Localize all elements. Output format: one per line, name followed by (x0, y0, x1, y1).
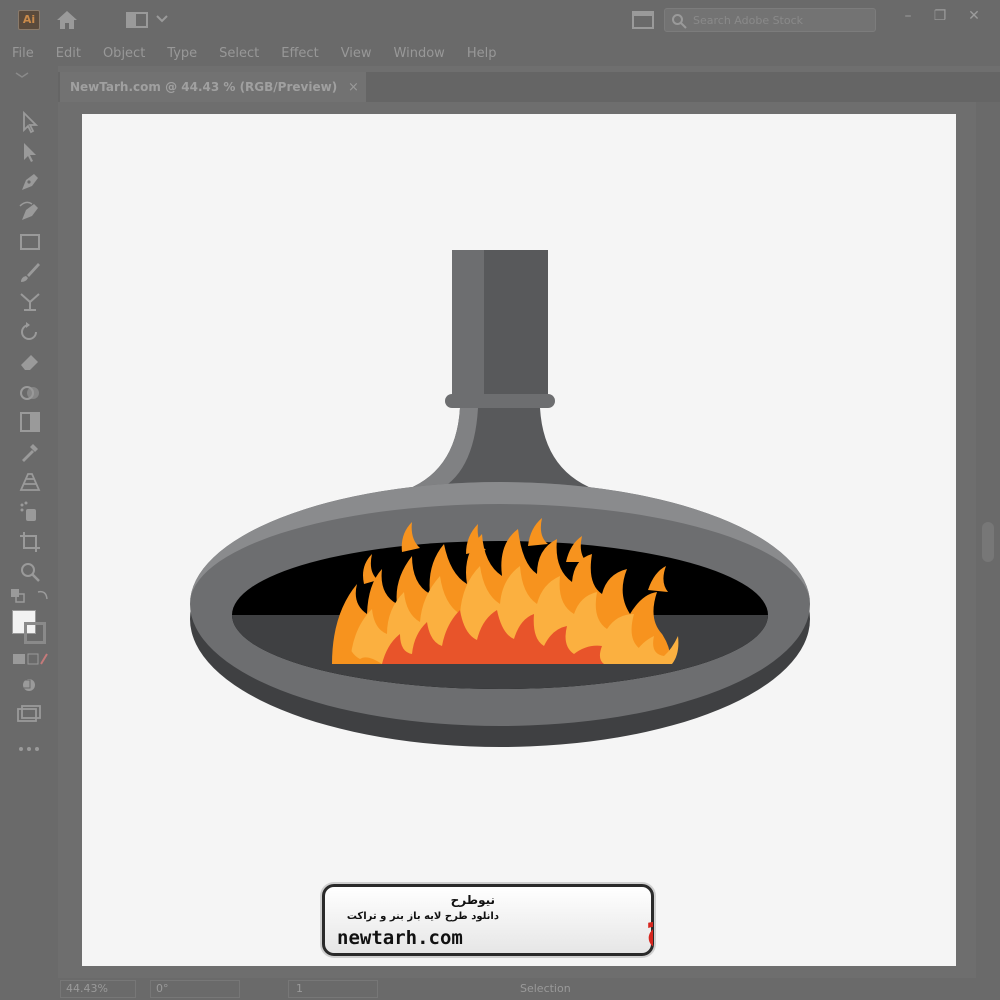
restore-button[interactable]: ❐ (928, 6, 952, 26)
rectangle-tool-icon (20, 234, 40, 250)
curvature-tool-icon (19, 201, 38, 220)
tool-eraser[interactable] (18, 350, 42, 374)
close-button[interactable]: ✕ (962, 6, 986, 26)
tool-selection[interactable] (18, 110, 42, 134)
tool-direct-selection[interactable] (18, 140, 42, 164)
tool-perspective-grid[interactable] (18, 470, 42, 494)
chimney-collar (445, 394, 555, 408)
symbol-sprayer-tool-icon (20, 501, 36, 521)
artboard-tool-icon (20, 532, 40, 552)
tool-width[interactable] (18, 290, 42, 314)
current-tool-label: Selection (520, 982, 571, 995)
newtarh-watermark: نیوطرح دانلود طرح لایه باز بنر و تراکت n… (322, 884, 654, 956)
document-tab-bar: NewTarh.com @ 44.43 % (RGB/Preview) × (58, 72, 1000, 102)
tool-zoom[interactable] (18, 560, 42, 584)
logo-text: نیوطرح (645, 900, 653, 950)
menu-edit[interactable]: Edit (54, 46, 83, 61)
tool-gradient[interactable] (18, 410, 42, 434)
menu-file[interactable]: File (10, 46, 36, 61)
menu-select[interactable]: Select (217, 46, 261, 61)
workspace-switcher-icon[interactable] (126, 12, 148, 28)
newtarh-logo: نیوطرح (645, 900, 653, 950)
stroke-swatch[interactable] (24, 622, 46, 644)
tool-shape-builder[interactable] (18, 380, 42, 404)
search-icon (672, 14, 687, 29)
watermark-title: نیوطرح (450, 893, 495, 907)
tool-rectangle[interactable] (18, 230, 42, 254)
artboard-number[interactable]: 1 (296, 982, 303, 995)
zoom-tool-icon (21, 563, 40, 582)
status-bar: 44.43% 0° 1 Selection (0, 978, 1000, 1000)
screen-mode-icon[interactable] (16, 704, 42, 724)
collapse-panel-icon[interactable] (14, 72, 30, 78)
app-logo: Ai (18, 10, 40, 30)
menu-bar: File Edit Object Type Select Effect View… (0, 40, 1000, 66)
tools-panel (0, 66, 58, 980)
scrollbar-thumb[interactable] (982, 522, 994, 562)
tool-paintbrush[interactable] (18, 260, 42, 284)
watermark-url: newtarh.com (337, 927, 463, 949)
rotation-value[interactable]: 0° (156, 982, 169, 995)
tool-artboard[interactable] (18, 530, 42, 554)
tool-symbol-sprayer[interactable] (18, 500, 42, 524)
more-tools-icon[interactable] (18, 746, 40, 752)
tool-pen[interactable] (18, 170, 42, 194)
vertical-scrollbar[interactable] (976, 102, 1000, 978)
color-mode-icons[interactable] (12, 652, 48, 666)
default-colors-icon[interactable] (10, 588, 26, 604)
menu-object[interactable]: Object (101, 46, 147, 61)
eraser-tool-icon (21, 355, 38, 370)
gradient-tool-icon (20, 412, 40, 432)
rotate-tool-icon (21, 322, 37, 340)
search-stock-box[interactable] (664, 8, 876, 32)
perspective-grid-tool-icon (19, 473, 41, 491)
paintbrush-tool-icon (21, 263, 40, 282)
watermark-subtitle: دانلود طرح لایه باز بنر و تراکت (346, 911, 499, 922)
search-input[interactable] (693, 11, 869, 29)
arrange-documents-icon[interactable] (632, 10, 654, 30)
shape-builder-tool-icon (20, 386, 39, 400)
tool-eyedropper[interactable] (18, 440, 42, 464)
title-bar: Ai – ❐ ✕ (0, 0, 1000, 40)
width-tool-icon (20, 293, 40, 311)
chimney-pipe-highlight (452, 250, 484, 402)
chevron-down-icon[interactable] (156, 14, 168, 24)
tool-rotate[interactable] (18, 320, 42, 344)
tab-close-icon[interactable]: × (348, 80, 359, 95)
drawing-mode-icon[interactable] (18, 676, 40, 694)
tool-curvature[interactable] (18, 200, 42, 224)
hanging-fireplace-illustration[interactable] (82, 114, 956, 966)
eyedropper-tool-icon (22, 444, 38, 462)
document-tab[interactable]: NewTarh.com @ 44.43 % (RGB/Preview) (60, 72, 366, 102)
zoom-level[interactable]: 44.43% (66, 982, 108, 995)
selection-tool-icon (23, 110, 39, 134)
direct-selection-tool-icon (24, 143, 36, 162)
menu-window[interactable]: Window (392, 46, 447, 61)
menu-help[interactable]: Help (465, 46, 499, 61)
menu-view[interactable]: View (339, 46, 374, 61)
menu-effect[interactable]: Effect (279, 46, 320, 61)
menu-type[interactable]: Type (165, 46, 199, 61)
minimize-button[interactable]: – (896, 6, 920, 26)
pen-tool-icon (22, 174, 38, 190)
home-icon[interactable] (56, 10, 78, 30)
swap-colors-icon[interactable] (36, 588, 50, 602)
